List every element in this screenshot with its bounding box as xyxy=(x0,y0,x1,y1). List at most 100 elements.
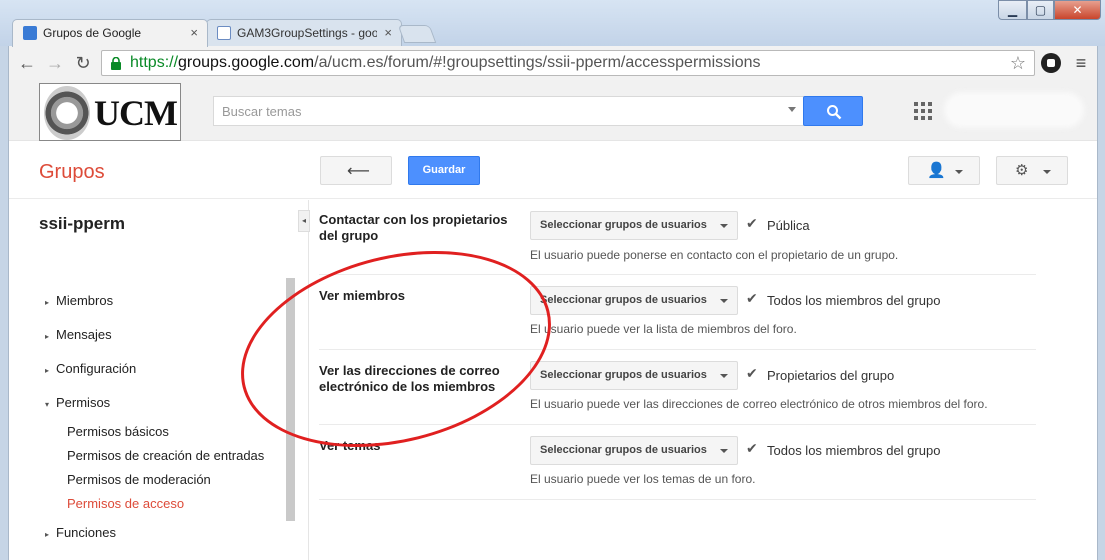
browser-toolbar: ← → ↻ https://groups.google.com/a/ucm.es… xyxy=(8,46,1098,80)
product-title[interactable]: Grupos xyxy=(39,161,105,184)
ucm-crest-icon xyxy=(44,86,90,140)
url-path: /a/ucm.es/forum/#!groupsettings/ssii-ppe… xyxy=(314,54,761,71)
sidebar-item-miembros[interactable]: ▸ Miembros xyxy=(45,293,113,308)
tab-label: GAM3GroupSettings - goo xyxy=(237,26,377,40)
tab-close-icon[interactable]: × xyxy=(384,25,392,40)
page: UCM Buscar temas Grupos ⟵ Guardar 👤 ⚙ ss… xyxy=(8,80,1098,560)
maximize-button[interactable]: ▢ xyxy=(1027,0,1054,20)
window-titlebar: Grupos de Google × GAM3GroupSettings - g… xyxy=(0,0,1105,47)
tab-gam3groupsettings[interactable]: GAM3GroupSettings - goo × xyxy=(206,19,402,47)
chevron-right-icon: ▸ xyxy=(45,530,50,539)
permission-row-ver-temas: Ver temas Seleccionar grupos de usuarios… xyxy=(319,425,1036,500)
maximize-icon: ▢ xyxy=(1034,3,1047,17)
select-user-groups-dropdown[interactable]: Seleccionar grupos de usuarios xyxy=(530,361,738,390)
sidebar-subitem-permisos-creacion[interactable]: Permisos de creación de entradas xyxy=(67,448,264,463)
ucm-logo[interactable]: UCM xyxy=(39,83,181,141)
sidebar-scrollbar[interactable] xyxy=(286,278,295,521)
bookmark-star-icon[interactable]: ☆ xyxy=(1010,53,1026,74)
chevron-down-icon xyxy=(1043,170,1051,174)
person-add-icon: 👤 xyxy=(927,162,946,179)
permission-title: Ver las direcciones de correo electrónic… xyxy=(319,363,500,394)
chrome-menu-icon[interactable]: ≡ xyxy=(1071,51,1091,75)
close-icon: ✕ xyxy=(1072,3,1083,17)
permission-description: El usuario puede ver las direcciones de … xyxy=(530,397,988,411)
page-favicon-icon xyxy=(217,26,231,40)
back-button[interactable]: ⟵ xyxy=(320,156,392,185)
sidebar-subitem-permisos-acceso[interactable]: Permisos de acceso xyxy=(67,496,184,511)
sidebar-item-funciones[interactable]: ▸ Funciones xyxy=(45,525,116,540)
sidebar-subitem-permisos-moderacion[interactable]: Permisos de moderación xyxy=(67,472,211,487)
select-user-groups-dropdown[interactable]: Seleccionar grupos de usuarios xyxy=(530,286,738,315)
sidebar-item-label: Mensajes xyxy=(56,327,112,342)
collapse-sidebar-button[interactable]: ◂ xyxy=(298,210,310,232)
chevron-right-icon: ▸ xyxy=(45,366,50,375)
settings-menu-button[interactable]: ⚙ xyxy=(996,156,1068,185)
add-user-menu-button[interactable]: 👤 xyxy=(908,156,980,185)
tab-label: Grupos de Google xyxy=(43,26,142,40)
back-arrow-icon: ⟵ xyxy=(347,163,370,180)
url-host: groups.google.com xyxy=(178,54,315,71)
permission-title: Ver temas xyxy=(319,438,381,453)
sidebar-item-label: Miembros xyxy=(56,293,114,308)
chevron-right-icon: ▸ xyxy=(45,298,50,307)
permission-row-contactar: Contactar con los propietarios del grupo… xyxy=(319,200,1036,275)
permission-title: Contactar con los propietarios del grupo xyxy=(319,212,508,243)
apps-grid-icon[interactable] xyxy=(914,102,932,120)
logo-text: UCM xyxy=(94,93,178,133)
select-user-groups-dropdown[interactable]: Seleccionar grupos de usuarios xyxy=(530,211,738,240)
extension-lock-icon[interactable] xyxy=(1041,53,1061,73)
dropdown-label: Seleccionar grupos de usuarios xyxy=(540,219,707,231)
url-scheme: https:// xyxy=(130,54,179,71)
chevron-right-icon: ▸ xyxy=(45,332,50,341)
permission-value: Propietarios del grupo xyxy=(767,368,895,383)
permission-value: Pública xyxy=(767,218,810,233)
sidebar-item-label: Configuración xyxy=(56,361,137,376)
permissions-panel: Contactar con los propietarios del grupo… xyxy=(319,200,1039,560)
minimize-button[interactable]: ▁ xyxy=(998,0,1027,20)
new-tab-button[interactable] xyxy=(397,25,437,43)
checkmark-icon: ✔ xyxy=(746,365,758,381)
dropdown-label: Seleccionar grupos de usuarios xyxy=(540,444,707,456)
chevron-down-icon xyxy=(720,374,728,378)
chevron-down-icon xyxy=(720,299,728,303)
gear-icon: ⚙ xyxy=(1015,162,1029,179)
dropdown-label: Seleccionar grupos de usuarios xyxy=(540,294,707,306)
search-input[interactable]: Buscar temas xyxy=(213,96,805,126)
permission-description: El usuario puede ponerse en contacto con… xyxy=(530,248,899,262)
sidebar-item-label: Permisos xyxy=(56,395,111,410)
permission-description: El usuario puede ver los temas de un for… xyxy=(530,472,756,486)
permission-value: Todos los miembros del grupo xyxy=(767,293,941,308)
search-placeholder: Buscar temas xyxy=(222,104,302,119)
save-button[interactable]: Guardar xyxy=(408,156,480,185)
close-window-button[interactable]: ✕ xyxy=(1054,0,1101,20)
account-area-blurred[interactable] xyxy=(944,92,1084,128)
search-button[interactable] xyxy=(803,96,863,126)
action-bar: Grupos ⟵ Guardar 👤 ⚙ xyxy=(9,141,1097,199)
search-dropdown-icon[interactable] xyxy=(788,107,796,112)
google-bar: UCM Buscar temas xyxy=(9,80,1097,141)
reload-icon[interactable]: ↻ xyxy=(71,51,95,75)
sidebar-item-mensajes[interactable]: ▸ Mensajes xyxy=(45,327,112,342)
group-name: ssii-pperm xyxy=(39,214,125,233)
sidebar-item-permisos[interactable]: ▾ Permisos xyxy=(45,395,110,410)
lock-icon xyxy=(111,57,121,70)
select-user-groups-dropdown[interactable]: Seleccionar grupos de usuarios xyxy=(530,436,738,465)
search-icon xyxy=(827,105,842,120)
chevron-down-icon xyxy=(720,224,728,228)
chevron-down-icon xyxy=(955,170,963,174)
tab-grupos-de-google[interactable]: Grupos de Google × xyxy=(12,19,208,47)
permission-description: El usuario puede ver la lista de miembro… xyxy=(530,322,797,336)
sidebar-item-configuracion[interactable]: ▸ Configuración xyxy=(45,361,136,376)
checkmark-icon: ✔ xyxy=(746,290,758,306)
groups-favicon-icon xyxy=(23,26,37,40)
permission-row-ver-direcciones: Ver las direcciones de correo electrónic… xyxy=(319,350,1036,425)
permission-title: Ver miembros xyxy=(319,288,405,303)
chevron-down-icon xyxy=(720,449,728,453)
back-arrow-icon[interactable]: ← xyxy=(15,51,39,75)
permission-row-ver-miembros: Ver miembros Seleccionar grupos de usuar… xyxy=(319,275,1036,350)
tab-close-icon[interactable]: × xyxy=(190,25,198,40)
sidebar-subitem-permisos-basicos[interactable]: Permisos básicos xyxy=(67,424,169,439)
address-bar[interactable]: https://groups.google.com/a/ucm.es/forum… xyxy=(101,50,1035,76)
checkmark-icon: ✔ xyxy=(746,215,758,231)
forward-arrow-icon[interactable]: → xyxy=(43,51,67,75)
